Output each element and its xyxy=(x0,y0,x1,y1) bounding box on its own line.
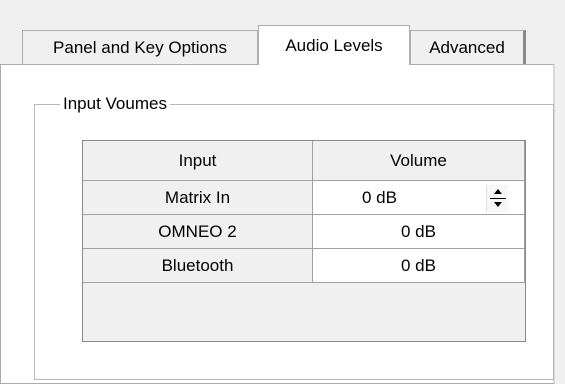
volume-grid: Input Volume Matrix In 0 dB OMNEO 2 0 dB… xyxy=(82,140,526,342)
row-label-omneo-2: OMNEO 2 xyxy=(83,215,313,249)
row-label-bluetooth: Bluetooth xyxy=(83,249,313,283)
tab-audio-levels[interactable]: Audio Levels xyxy=(258,25,410,65)
tab-label: Panel and Key Options xyxy=(53,37,227,57)
tab-panel-and-key-options[interactable]: Panel and Key Options xyxy=(22,30,258,64)
tab-advanced[interactable]: Advanced xyxy=(410,30,526,64)
groupbox-title: Input Voumes xyxy=(60,95,170,113)
tab-label: Advanced xyxy=(429,37,505,57)
column-header-volume[interactable]: Volume xyxy=(313,141,525,181)
spin-up-icon[interactable] xyxy=(487,185,509,198)
tab-strip: Panel and Key Options Audio Levels Advan… xyxy=(0,0,565,70)
spin-up-down-icon[interactable] xyxy=(486,185,508,212)
volume-value: 0 dB xyxy=(362,187,397,207)
volume-cell-bluetooth[interactable]: 0 dB xyxy=(313,249,525,283)
spin-down-icon[interactable] xyxy=(487,198,509,211)
column-header-input[interactable]: Input xyxy=(83,141,313,181)
volume-cell-omneo-2[interactable]: 0 dB xyxy=(313,215,525,249)
tab-label: Audio Levels xyxy=(285,35,383,55)
row-label-matrix-in: Matrix In xyxy=(83,181,313,215)
